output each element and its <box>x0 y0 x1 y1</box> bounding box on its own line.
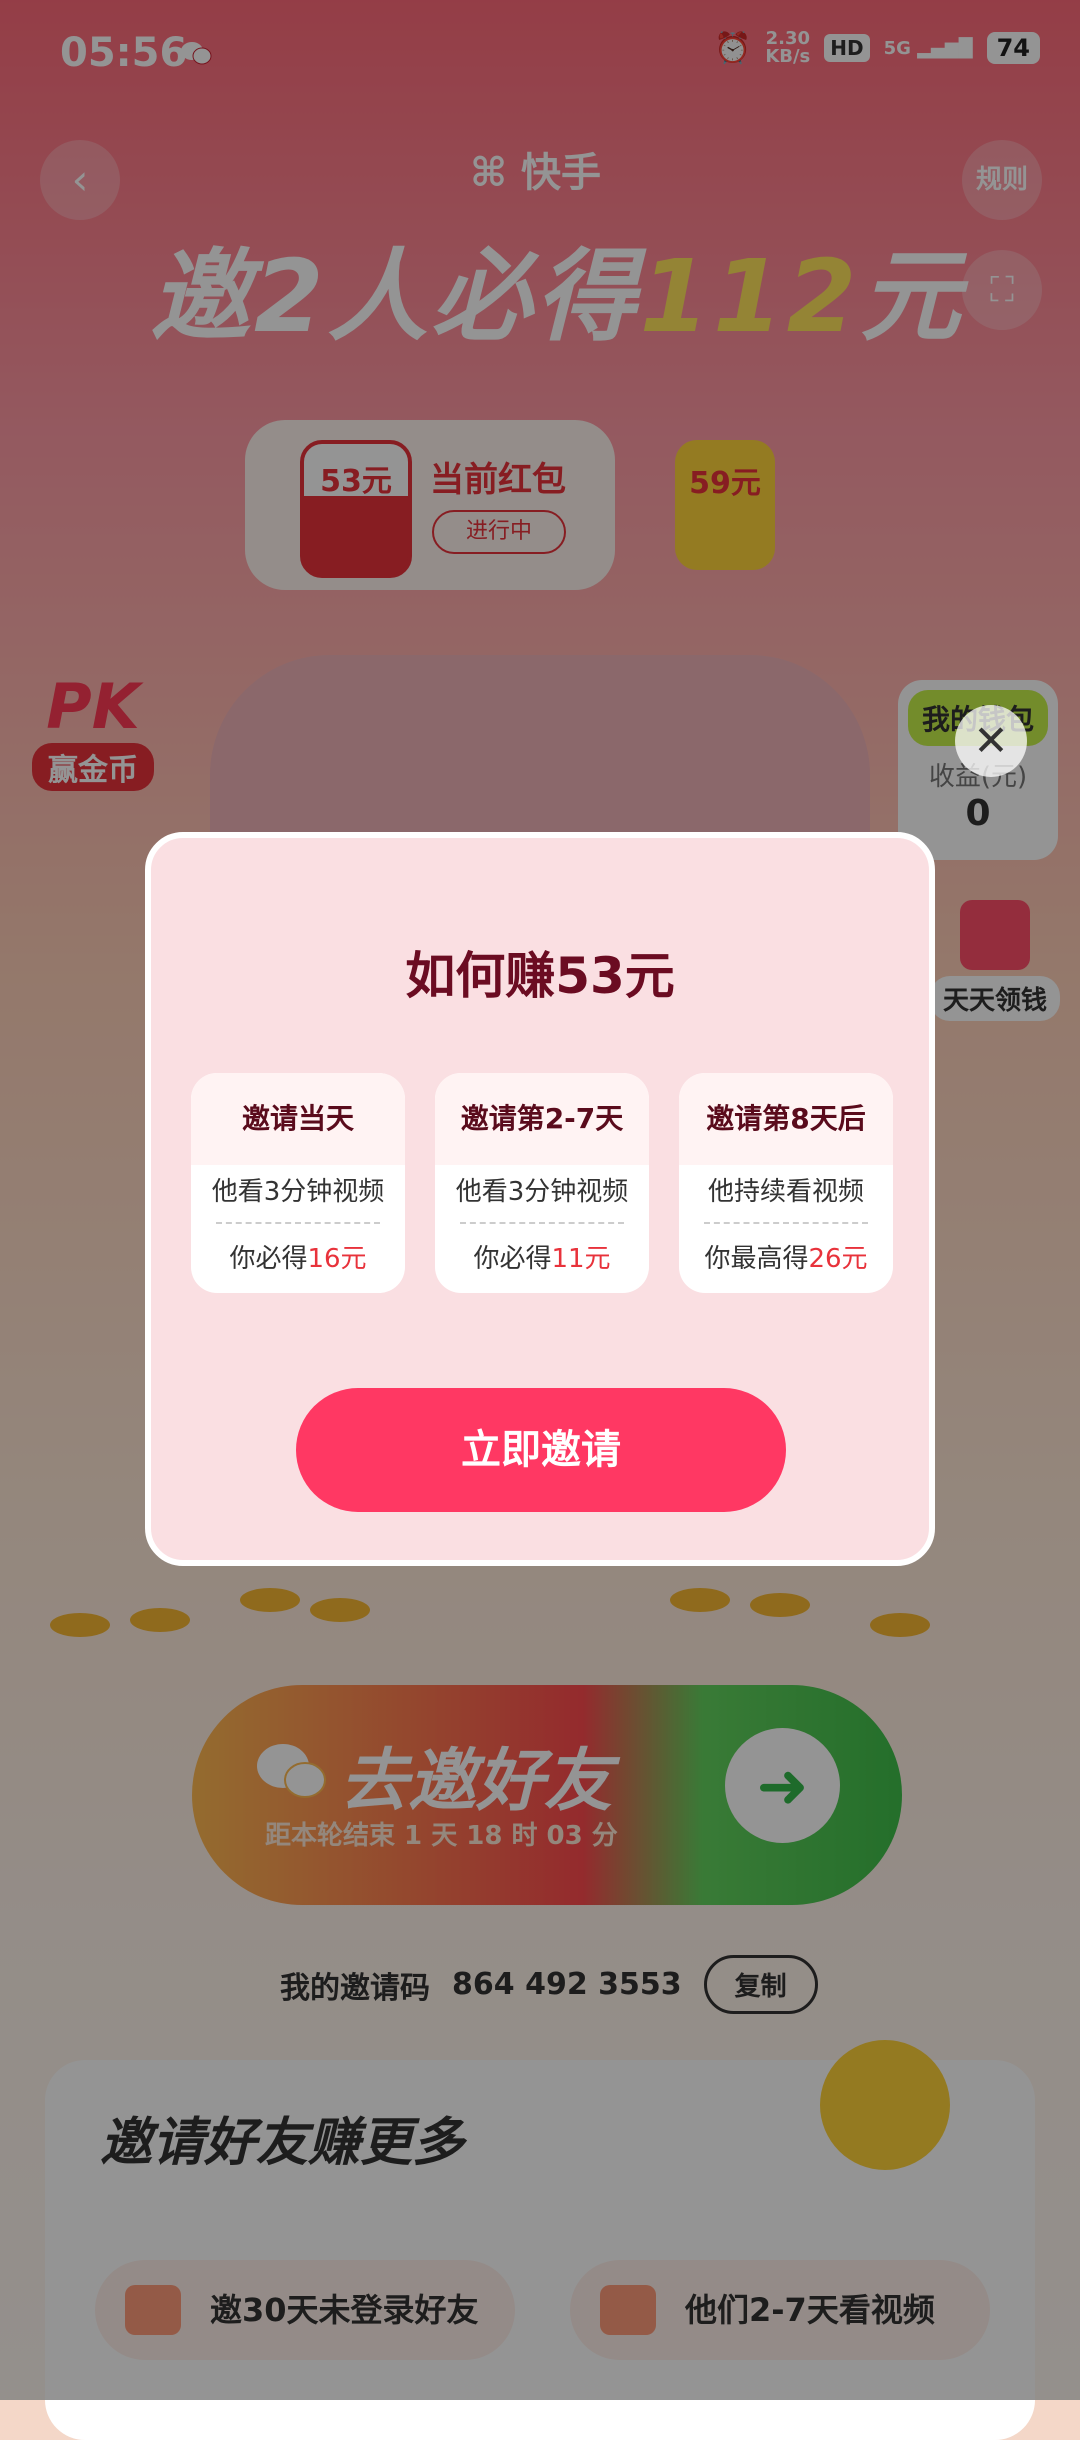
step-card-day1: 邀请当天 他看3分钟视频 你必得16元 <box>191 1073 405 1293</box>
step-head: 邀请第8天后 <box>679 1073 893 1165</box>
step-condition: 他看3分钟视频 <box>211 1177 385 1207</box>
step-reward-prefix: 你必得 <box>473 1244 552 1274</box>
step-reward: 你必得11元 <box>435 1238 649 1275</box>
step-reward: 你最高得26元 <box>679 1238 893 1275</box>
step-reward-prefix: 你最高得 <box>704 1244 809 1274</box>
modal-title: 如何赚53元 <box>405 947 675 1005</box>
divider <box>460 1222 624 1224</box>
step-card-day8: 邀请第8天后 他持续看视频 你最高得26元 <box>679 1073 893 1293</box>
invite-now-button[interactable]: 立即邀请 <box>296 1388 786 1512</box>
step-reward-amount: 26元 <box>808 1244 868 1274</box>
step-reward: 你必得16元 <box>191 1238 405 1275</box>
divider <box>704 1222 868 1224</box>
step-reward-amount: 11元 <box>551 1244 611 1274</box>
step-condition: 他持续看视频 <box>707 1177 864 1207</box>
close-icon[interactable]: ✕ <box>955 705 1027 777</box>
divider <box>216 1222 380 1224</box>
step-reward-prefix: 你必得 <box>229 1244 308 1274</box>
how-to-earn-modal: 如何赚53元 邀请当天 他看3分钟视频 你必得16元 邀请第2-7天 他看3分钟… <box>145 832 935 1566</box>
step-head: 邀请当天 <box>191 1073 405 1165</box>
step-condition: 他看3分钟视频 <box>455 1177 629 1207</box>
step-reward-amount: 16元 <box>307 1244 367 1274</box>
step-head: 邀请第2-7天 <box>435 1073 649 1165</box>
step-card-day2-7: 邀请第2-7天 他看3分钟视频 你必得11元 <box>435 1073 649 1293</box>
